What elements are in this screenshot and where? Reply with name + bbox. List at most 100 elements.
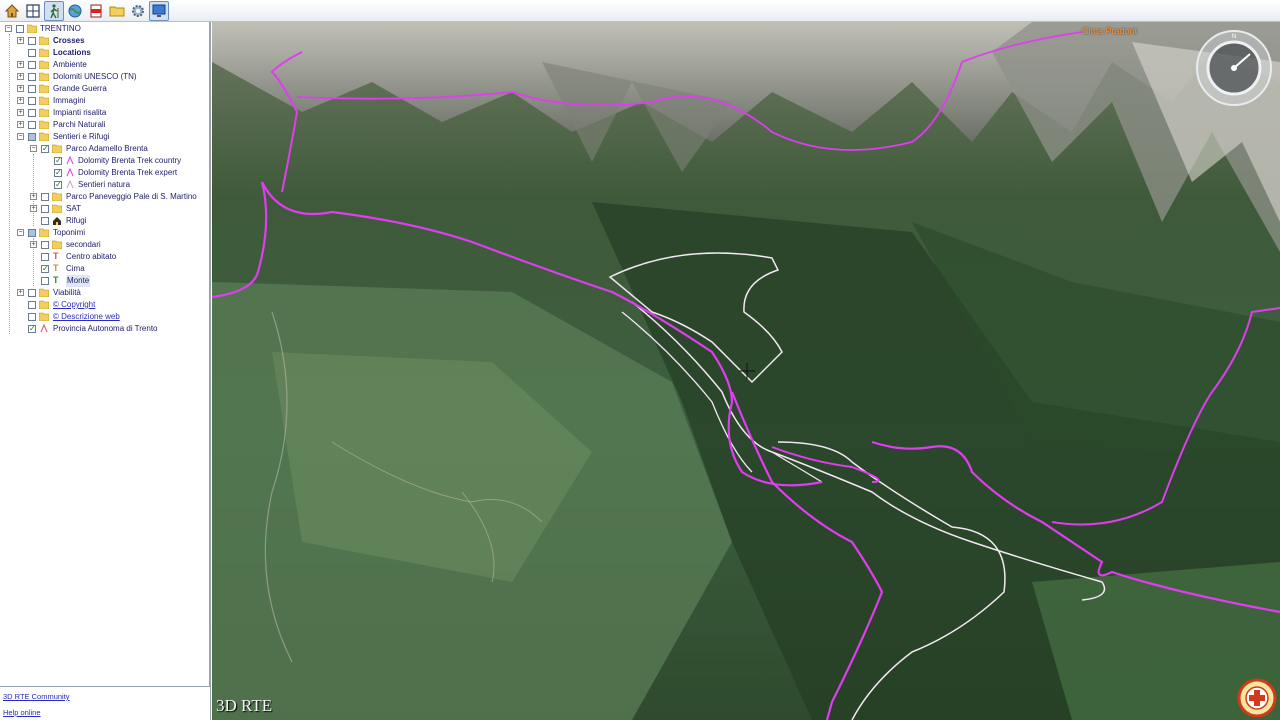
checkbox[interactable] bbox=[41, 205, 49, 213]
tree-item-descrizione-web[interactable]: © Descrizione web bbox=[0, 311, 209, 323]
checkbox[interactable] bbox=[41, 217, 49, 225]
checkbox[interactable] bbox=[41, 277, 49, 285]
checkbox[interactable] bbox=[28, 37, 36, 45]
tree-label: Sentieri natura bbox=[78, 180, 131, 189]
globe-button[interactable] bbox=[65, 1, 85, 21]
folder-icon bbox=[109, 6, 125, 16]
checkbox[interactable] bbox=[28, 49, 36, 57]
collapse-toggle[interactable]: − bbox=[17, 133, 24, 140]
tree-item-monte[interactable]: T Monte bbox=[0, 275, 209, 287]
map-view[interactable]: Cima Pradont N 3D RTE bbox=[212, 22, 1280, 720]
checkbox[interactable] bbox=[28, 109, 36, 117]
tree-item-copyright[interactable]: © Copyright bbox=[0, 299, 209, 311]
tree-label: Locations bbox=[53, 48, 91, 57]
expand-toggle[interactable]: + bbox=[17, 61, 24, 68]
app-window: − TRENTINO + Crosses Locations + Ambient… bbox=[0, 0, 1280, 720]
collapse-toggle[interactable]: − bbox=[30, 145, 37, 152]
collapse-toggle[interactable]: − bbox=[5, 25, 12, 32]
help-link[interactable]: Help online bbox=[3, 708, 41, 717]
checkbox[interactable] bbox=[41, 193, 49, 201]
checkbox[interactable] bbox=[28, 61, 36, 69]
text-t-icon: T bbox=[53, 263, 59, 273]
tree-label: TRENTINO bbox=[40, 24, 81, 33]
tree-item-sentieri-rifugi[interactable]: − Sentieri e Rifugi bbox=[0, 131, 209, 143]
checkbox[interactable] bbox=[28, 97, 36, 105]
checkbox[interactable]: ✓ bbox=[54, 157, 62, 165]
tree-item-brenta-trek-country[interactable]: ✓ Dolomity Brenta Trek country bbox=[0, 155, 209, 167]
tree-item-impianti-risalita[interactable]: + Impianti risalita bbox=[0, 107, 209, 119]
checkbox[interactable] bbox=[28, 133, 36, 141]
tree-item-sentieri-natura[interactable]: ✓ Sentieri natura bbox=[0, 179, 209, 191]
checkbox[interactable]: ✓ bbox=[54, 181, 62, 189]
checkbox[interactable]: ✓ bbox=[28, 325, 36, 333]
expand-toggle[interactable]: + bbox=[17, 37, 24, 44]
tree-item-viabilita[interactable]: + Viabilità bbox=[0, 287, 209, 299]
tree-item-secondari[interactable]: + secondari bbox=[0, 239, 209, 251]
pdf-button[interactable] bbox=[86, 1, 106, 21]
home-icon bbox=[4, 3, 20, 17]
expand-toggle[interactable]: + bbox=[17, 109, 24, 116]
tree-item-parco-adamello[interactable]: − ✓ Parco Adamello Brenta bbox=[0, 143, 209, 155]
expand-toggle[interactable]: + bbox=[17, 85, 24, 92]
folder-icon bbox=[39, 72, 49, 81]
tree-item-toponimi[interactable]: − Toponimi bbox=[0, 227, 209, 239]
tree-item-immagini[interactable]: + Immagini bbox=[0, 95, 209, 107]
checkbox[interactable] bbox=[28, 73, 36, 81]
expand-toggle[interactable]: + bbox=[17, 121, 24, 128]
community-link[interactable]: 3D RTE Community bbox=[3, 692, 70, 701]
expand-toggle[interactable]: + bbox=[17, 289, 24, 296]
checkbox[interactable] bbox=[28, 85, 36, 93]
folder-open-icon bbox=[39, 228, 49, 237]
tree-item-centro-abitato[interactable]: T Centro abitato bbox=[0, 251, 209, 263]
settings-button[interactable] bbox=[128, 1, 148, 21]
checkbox[interactable] bbox=[28, 313, 36, 321]
collapse-toggle[interactable]: − bbox=[17, 229, 24, 236]
expand-toggle[interactable]: + bbox=[30, 193, 37, 200]
tree-item-provincia-trento[interactable]: ✓ Provincia Autonoma di Trento bbox=[0, 323, 209, 335]
svg-text:N: N bbox=[1232, 34, 1236, 40]
tree-root[interactable]: − TRENTINO bbox=[0, 23, 209, 35]
checkbox[interactable] bbox=[28, 289, 36, 297]
checkbox[interactable] bbox=[28, 229, 36, 237]
checkbox[interactable] bbox=[41, 241, 49, 249]
checkbox[interactable] bbox=[16, 25, 24, 33]
tree-item-parchi-naturali[interactable]: + Parchi Naturali bbox=[0, 119, 209, 131]
tree-item-locations[interactable]: Locations bbox=[0, 47, 209, 59]
expand-toggle[interactable]: + bbox=[17, 73, 24, 80]
tree-item-brenta-trek-expert[interactable]: ✓ Dolomity Brenta Trek expert bbox=[0, 167, 209, 179]
tree-link[interactable]: © Copyright bbox=[53, 299, 95, 311]
expand-toggle[interactable]: + bbox=[17, 97, 24, 104]
tree-item-ambiente[interactable]: + Ambiente bbox=[0, 59, 209, 71]
tree-item-sat[interactable]: + SAT bbox=[0, 203, 209, 215]
folder-icon bbox=[39, 96, 49, 105]
tree-item-rifugi[interactable]: Rifugi bbox=[0, 215, 209, 227]
hiker-button[interactable] bbox=[44, 0, 64, 21]
checkbox[interactable] bbox=[28, 301, 36, 309]
tree-label: Crosses bbox=[53, 36, 85, 45]
tree-item-cima[interactable]: ✓ T Cima bbox=[0, 263, 209, 275]
home-button[interactable] bbox=[2, 1, 22, 21]
tree-item-dolomiti-unesco[interactable]: + Dolomiti UNESCO (TN) bbox=[0, 71, 209, 83]
tree-item-parco-paneveggio[interactable]: + Parco Paneveggio Pale di S. Martino bbox=[0, 191, 209, 203]
tree-item-crosses[interactable]: + Crosses bbox=[0, 35, 209, 47]
globe-icon bbox=[68, 4, 82, 17]
open-folder-button[interactable] bbox=[107, 1, 127, 21]
checkbox[interactable]: ✓ bbox=[54, 169, 62, 177]
toolbar bbox=[0, 0, 1280, 22]
checkbox[interactable]: ✓ bbox=[41, 265, 49, 273]
tree-link[interactable]: © Descrizione web bbox=[53, 311, 120, 323]
grid-button[interactable] bbox=[23, 1, 43, 21]
expand-toggle[interactable]: + bbox=[30, 205, 37, 212]
tree-item-grande-guerra[interactable]: + Grande Guerra bbox=[0, 83, 209, 95]
folder-icon bbox=[52, 204, 62, 213]
checkbox[interactable] bbox=[28, 121, 36, 129]
expand-toggle[interactable]: + bbox=[30, 241, 37, 248]
monitor-button[interactable] bbox=[149, 0, 169, 21]
tree-label: Dolomity Brenta Trek expert bbox=[78, 168, 178, 177]
tree-label: Ambiente bbox=[53, 60, 87, 69]
pdf-icon bbox=[90, 4, 102, 17]
tree-label: Parco Adamello Brenta bbox=[66, 144, 148, 153]
compass-icon[interactable]: N bbox=[1194, 28, 1274, 108]
checkbox[interactable]: ✓ bbox=[41, 145, 49, 153]
checkbox[interactable] bbox=[41, 253, 49, 261]
